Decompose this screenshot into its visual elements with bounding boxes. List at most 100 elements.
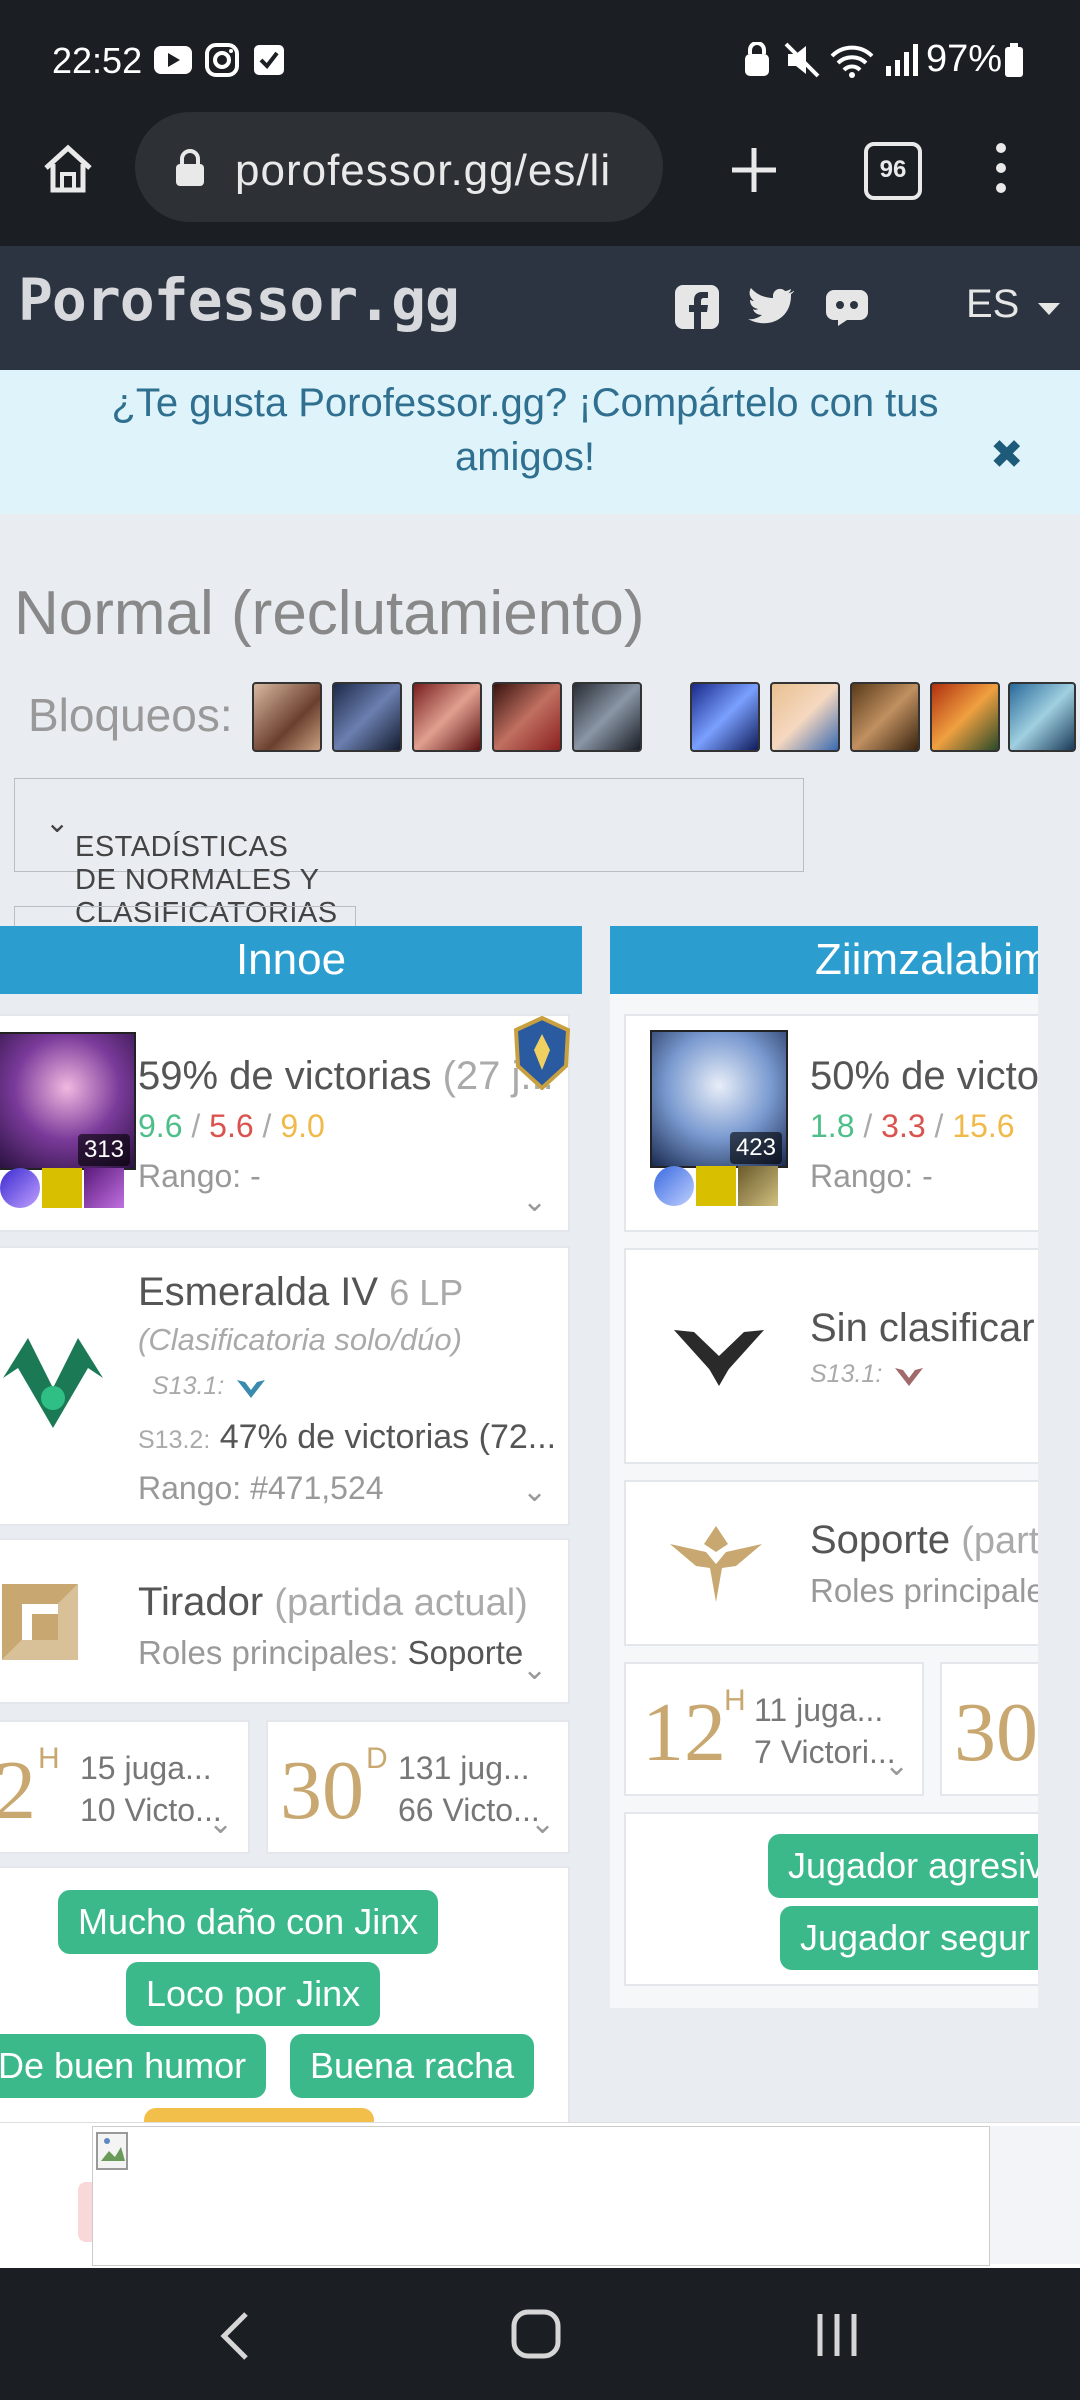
- mastery-badge-icon: [513, 1016, 571, 1090]
- status-time: 22:52: [52, 40, 143, 81]
- broken-image-icon: [96, 2132, 128, 2170]
- main-roles: Roles principale: [810, 1572, 1038, 1609]
- hours-suffix: H: [724, 1684, 746, 1717]
- url-text: porofessor.gg/es/li: [235, 146, 612, 195]
- back-icon[interactable]: [216, 2308, 252, 2364]
- ban-champion-icon: [930, 682, 1000, 752]
- ban-champion-icon: [412, 682, 482, 752]
- champion-rank: Rango: -: [810, 1158, 933, 1194]
- champion-kda: 1.8 / 3.3 / 15.6: [810, 1108, 1015, 1144]
- share-banner-text: ¿Te gusta Porofessor.gg? ¡Compártelo con…: [111, 381, 939, 479]
- role-current: Tirador (partida actual): [138, 1580, 528, 1624]
- ranked-position: Rango: #471,524: [138, 1470, 384, 1506]
- player-name[interactable]: Innoe: [0, 926, 582, 994]
- season-winrate: S13.2: 47% de victorias (72...: [138, 1418, 557, 1456]
- battery-icon: [1005, 43, 1023, 77]
- champion-winrate: 50% de victo: [810, 1054, 1038, 1098]
- ad-side-panel: [990, 2126, 1080, 2264]
- ranked-queue: (Clasificatoria solo/dúo): [138, 1322, 462, 1357]
- player-tag: Buena racha: [290, 2034, 535, 2098]
- stats-filter-label: ESTADÍSTICAS DE NORMALES Y CLASIFICATORI…: [45, 807, 338, 929]
- champion-portrait: 313: [0, 1032, 136, 1170]
- home-icon[interactable]: [40, 140, 96, 196]
- role-current: Soporte (part: [810, 1518, 1038, 1562]
- adc-role-icon: [2, 1584, 78, 1660]
- close-icon[interactable]: ✖: [990, 432, 1024, 478]
- mute-icon: [784, 42, 820, 78]
- champion-kda: 9.6 / 5.6 / 9.0: [138, 1108, 325, 1144]
- ranked-league: Esmeralda IV 6 LP: [138, 1270, 464, 1314]
- recent-days-card[interactable]: 30 D 131 jug... 66 Victo... ⌄: [266, 1720, 570, 1854]
- prev-rank-icon: [895, 1368, 924, 1387]
- player-name[interactable]: Ziimzalabim: [610, 926, 1038, 994]
- page-title: Normal (reclutamiento): [14, 579, 645, 648]
- ban-champion-icon: [1008, 682, 1076, 752]
- role-card[interactable]: Soporte (part Roles principale: [624, 1480, 1038, 1646]
- player-tag: Loco por Jinx: [126, 1962, 381, 2026]
- facebook-icon[interactable]: [674, 284, 720, 330]
- ban-champion-icon: [332, 682, 402, 752]
- language-selector[interactable]: ES: [966, 282, 1062, 327]
- role-card[interactable]: Tirador (partida actual) Roles principal…: [0, 1538, 570, 1704]
- stats-filter-dropdown[interactable]: ESTADÍSTICAS DE NORMALES Y CLASIFICATORI…: [14, 778, 804, 929]
- chevron-down-icon[interactable]: ⌄: [522, 1184, 547, 1219]
- more-menu-icon[interactable]: [990, 140, 1012, 196]
- wifi-icon: [830, 45, 874, 78]
- hours-number: 12: [642, 1686, 726, 1779]
- champion-card[interactable]: 423 50% de victo 1.8 / 3.3 / 15.6 Rango:…: [624, 1014, 1038, 1232]
- ban-champion-icon: [492, 682, 562, 752]
- twitter-icon[interactable]: [746, 286, 794, 328]
- recent-days-card[interactable]: 30: [940, 1662, 1038, 1796]
- chevron-down-icon[interactable]: ⌄: [522, 1652, 547, 1687]
- champion-card[interactable]: 313 59% de victorias (27 j... 9.6 / 5.6 …: [0, 1014, 571, 1232]
- ban-champion-icon: [252, 682, 322, 752]
- battery-percent: 97%: [926, 38, 1003, 80]
- tags-card: Jugador agresiv Jugador segur: [624, 1812, 1038, 1986]
- chevron-down-icon: ⌄: [884, 1749, 910, 1782]
- discord-icon[interactable]: [824, 288, 870, 328]
- summoner-spell-icon: [696, 1166, 736, 1206]
- instagram-icon: [205, 43, 239, 77]
- ranked-card[interactable]: Esmeralda IV 6 LP (Clasificatoria solo/d…: [0, 1246, 570, 1526]
- home-nav-icon[interactable]: [508, 2306, 564, 2362]
- chevron-down-icon: ⌄: [208, 1807, 234, 1840]
- recent-hours-card[interactable]: 12 H 11 juga... 7 Victori... ⌄: [624, 1662, 924, 1796]
- language-label: ES: [966, 282, 1020, 326]
- days-games: 131 jug...: [398, 1750, 530, 1786]
- main-roles: Roles principales: Soporte: [138, 1634, 524, 1671]
- recent-hours-card[interactable]: 2 H 15 juga... 10 Victo... ⌄: [0, 1720, 250, 1854]
- player-tag: Jugador segur: [780, 1906, 1038, 1970]
- lock-status-icon: [745, 42, 769, 76]
- ad-banner[interactable]: [92, 2126, 990, 2266]
- hours-games: 15 juga...: [80, 1750, 212, 1786]
- signal-icon: [886, 44, 918, 76]
- support-role-icon: [670, 1526, 762, 1602]
- ban-champion-icon: [850, 682, 920, 752]
- rune-icon: [738, 1166, 778, 1206]
- player-column: Ziimzalabim 423 50% de victo 1.8 / 3.3 /…: [610, 926, 1038, 2008]
- chevron-down-icon[interactable]: ⌄: [522, 1474, 547, 1509]
- ranked-league: Sin clasificar: [810, 1306, 1035, 1350]
- hours-games: 11 juga...: [754, 1692, 884, 1728]
- champion-winrate: 59% de victorias (27 j...: [138, 1054, 554, 1098]
- new-tab-icon[interactable]: [728, 144, 780, 196]
- summoner-spell-icon: [42, 1168, 82, 1208]
- recents-icon[interactable]: [812, 2310, 862, 2360]
- ban-champion-icon: [770, 682, 840, 752]
- site-logo[interactable]: Porofessor.gg: [18, 266, 460, 334]
- hours-wins: 10 Victo...: [80, 1792, 222, 1828]
- tab-switcher-button[interactable]: 96: [864, 142, 922, 200]
- player-tag: De buen humor: [0, 2034, 267, 2098]
- champion-games-count: 423: [729, 1132, 782, 1164]
- days-wins: 66 Victo...: [398, 1792, 540, 1828]
- player-tag: Jugador agresiv: [768, 1834, 1038, 1898]
- prev-rank-icon: [237, 1380, 266, 1399]
- summoner-spell-icon: [654, 1166, 694, 1206]
- bans-label: Bloqueos:: [28, 689, 233, 741]
- hours-suffix: H: [38, 1742, 60, 1775]
- ban-champion-icon: [572, 682, 642, 752]
- rune-icon: [84, 1168, 124, 1208]
- checklist-icon: [254, 45, 284, 75]
- ranked-card[interactable]: Sin clasificar S13.1:: [624, 1248, 1038, 1464]
- champion-rank: Rango: -: [138, 1158, 261, 1194]
